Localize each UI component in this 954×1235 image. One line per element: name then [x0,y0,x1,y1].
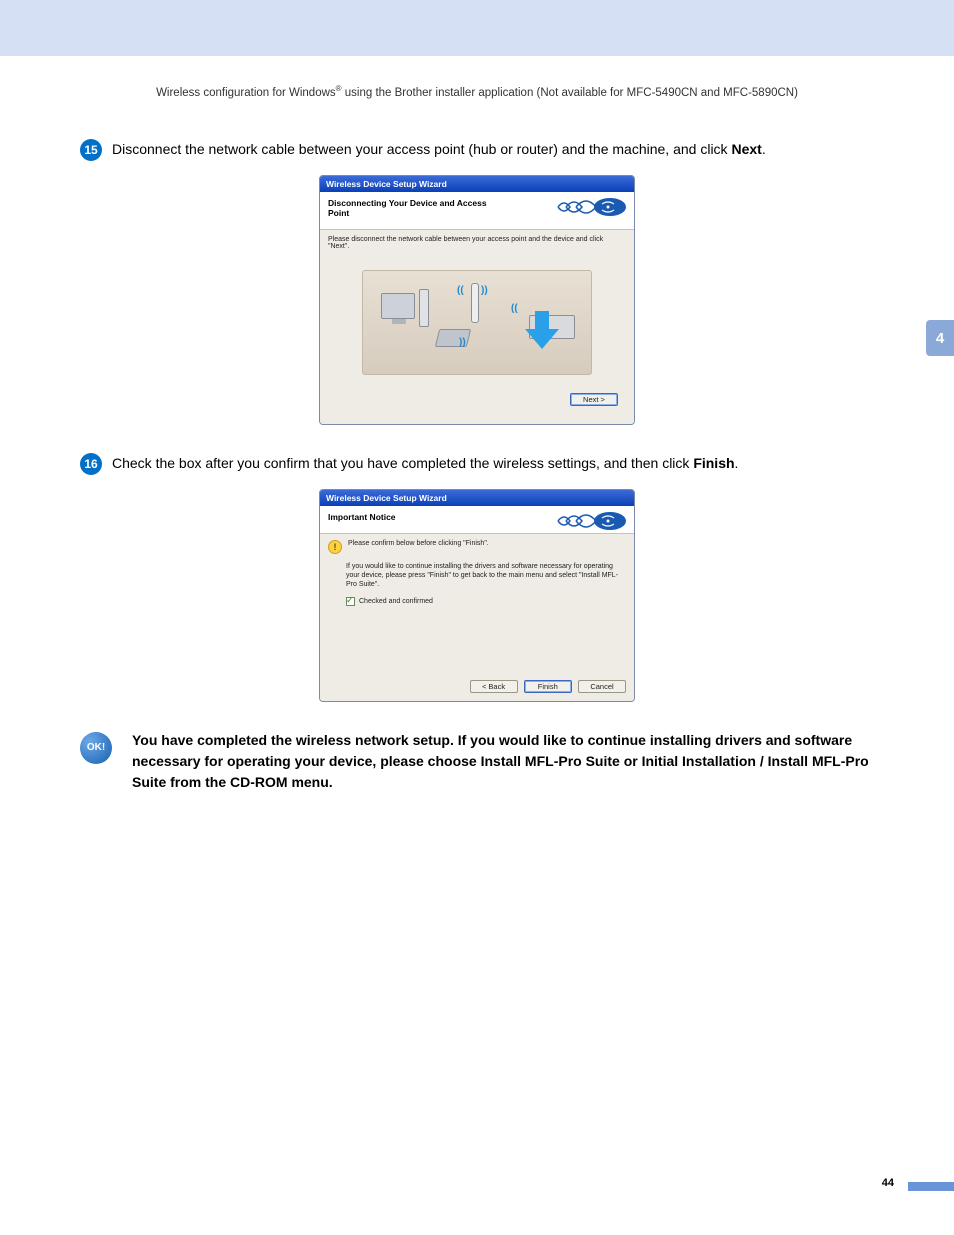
network-illustration: (( )) (( )) [362,270,592,375]
page-number: 44 [882,1177,894,1189]
step-15: 15 Disconnect the network cable between … [80,139,874,161]
top-band [0,0,954,56]
confirm-checkbox-row: Checked and confirmed [328,597,626,606]
header-suffix: using the Brother installer application … [342,87,798,99]
wizard-dialog-disconnect: Wireless Device Setup Wizard Disconnecti… [319,175,635,425]
wizard-footer: < Back Finish Cancel [320,674,634,701]
next-button[interactable]: Next > [570,393,618,406]
wireless-signal-icon: )) [459,337,466,348]
page-number-bar [908,1182,954,1191]
step-16: 16 Check the box after you confirm that … [80,453,874,475]
wizard-heading: Important Notice [328,512,508,523]
wizard-instruction: Please disconnect the network cable betw… [328,236,626,250]
wizard-titlebar: Wireless Device Setup Wizard [320,176,634,192]
wireless-signal-icon: (( [511,303,518,314]
wireless-waves-icon [550,510,628,532]
confirm-line: Please confirm below before clicking "Fi… [348,540,489,547]
back-button[interactable]: < Back [470,680,518,693]
wizard-header: Important Notice [320,506,634,534]
laptop-icon [435,329,471,347]
step-number-badge: 15 [80,139,102,161]
header-prefix: Wireless configuration for Windows [156,87,336,99]
router-icon [471,283,479,323]
monitor-icon [381,293,415,319]
step-number-badge: 16 [80,453,102,475]
confirm-checkbox[interactable] [346,597,355,606]
finish-button[interactable]: Finish [524,680,572,693]
wireless-signal-icon: (( [457,285,464,296]
notice-body-text: If you would like to continue installing… [328,562,626,589]
confirm-checkbox-label: Checked and confirmed [359,598,433,605]
wizard-titlebar: Wireless Device Setup Wizard [320,490,634,506]
wizard-body: ! Please confirm below before clicking "… [320,534,634,674]
wizard-footer: Next > [328,387,626,414]
wizard-dialog-notice: Wireless Device Setup Wizard Important N… [319,489,635,702]
ok-text: You have completed the wireless network … [132,730,874,793]
wizard-heading: Disconnecting Your Device and Access Poi… [328,198,508,219]
exclamation-icon: ! [328,540,342,554]
wireless-signal-icon: )) [481,285,488,296]
ok-completion-block: OK! You have completed the wireless netw… [80,730,874,793]
section-tab: 4 [926,320,954,356]
wizard-header: Disconnecting Your Device and Access Poi… [320,192,634,230]
page-header: Wireless configuration for Windows® usin… [0,84,954,99]
wizard-body: Please disconnect the network cable betw… [320,230,634,424]
pc-tower-icon [419,289,429,327]
ok-badge-icon: OK! [80,732,112,764]
step-15-text: Disconnect the network cable between you… [112,139,874,160]
wireless-waves-icon [550,196,628,218]
cancel-button[interactable]: Cancel [578,680,626,693]
step-16-text: Check the box after you confirm that you… [112,453,874,474]
